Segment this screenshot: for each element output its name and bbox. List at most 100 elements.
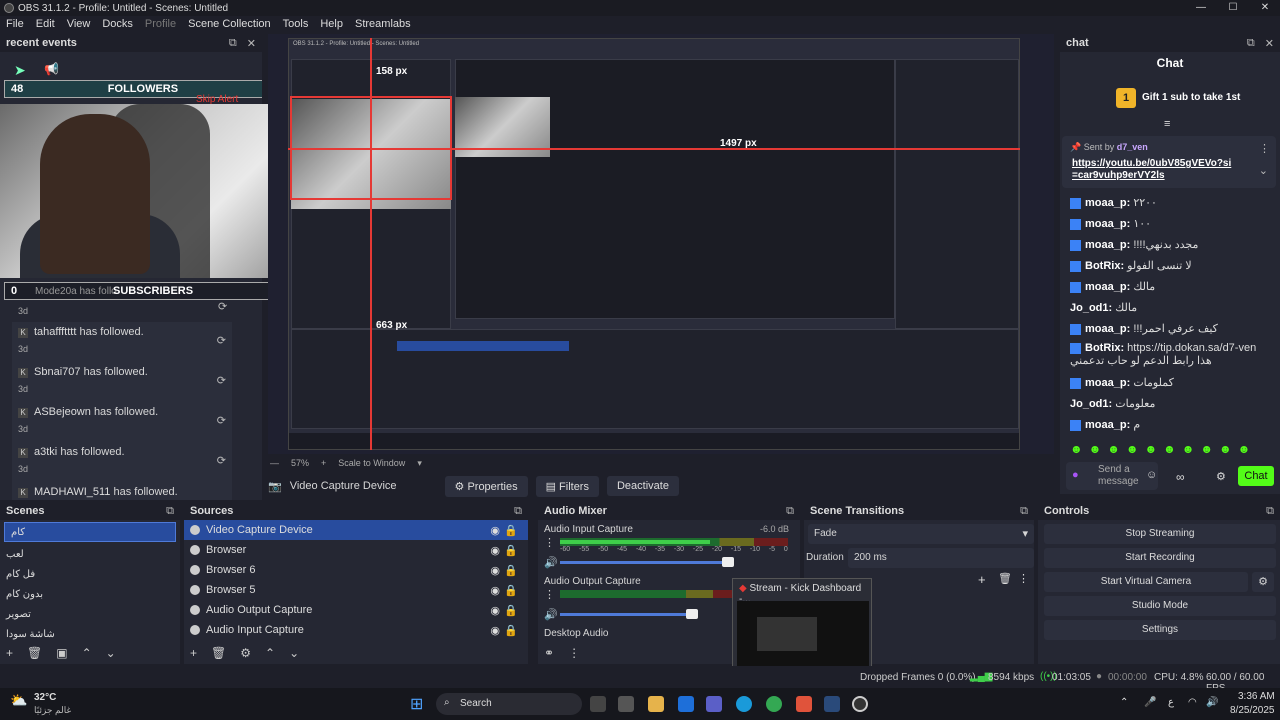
gear-icon[interactable]: ⚙ — [1216, 470, 1226, 483]
task-view-icon[interactable] — [590, 696, 606, 712]
kebab-icon[interactable]: ⋮ — [1018, 572, 1029, 585]
lock-icon[interactable]: 🔒 — [504, 544, 518, 557]
filter-icon[interactable]: ▣ — [56, 646, 67, 660]
properties-button[interactable]: ⚙ Properties — [444, 475, 528, 497]
pinned-link[interactable]: https://youtu.be/0ubV85gVEVo?si=car9vuhp… — [1072, 158, 1232, 182]
maximize-button[interactable]: ☐ — [1218, 0, 1248, 16]
trash-icon[interactable]: 🗑 — [998, 572, 1012, 585]
kebab-icon[interactable]: ⋮ — [544, 536, 555, 549]
menu-streamlabs[interactable]: Streamlabs — [349, 18, 417, 30]
zoom-in-icon[interactable]: + — [321, 458, 326, 469]
scene-item[interactable]: شاشة سودا — [0, 624, 180, 644]
kebab-icon[interactable]: ⋮ — [568, 646, 580, 660]
float-icon[interactable]: ⧉ — [1266, 505, 1274, 518]
volume-slider[interactable] — [560, 561, 734, 564]
close-dock-icon[interactable]: ✕ — [1265, 37, 1274, 50]
volume-slider[interactable] — [560, 613, 694, 616]
source-item[interactable]: Browser 6 ◉ 🔒 — [184, 560, 528, 580]
scene-item[interactable]: كام — [4, 522, 176, 542]
file-explorer-icon[interactable] — [648, 696, 664, 712]
menu-edit[interactable]: Edit — [30, 18, 61, 30]
zoom-out-icon[interactable]: — — [270, 458, 279, 469]
kebab-icon[interactable]: ⋮ — [544, 588, 555, 601]
link-icon[interactable]: ⚭ — [544, 646, 554, 660]
menu-tools[interactable]: Tools — [277, 18, 315, 30]
studio-mode-button[interactable]: Studio Mode — [1044, 596, 1276, 616]
brave-icon[interactable] — [796, 696, 812, 712]
lock-icon[interactable]: 🔒 — [504, 624, 518, 637]
teams-icon[interactable] — [706, 696, 722, 712]
language-indicator[interactable]: ع — [1168, 697, 1174, 708]
taskbar-preview-popup[interactable]: ◆ Stream - Kick Dashboard -... — [732, 578, 872, 674]
lock-icon[interactable]: 🔒 — [504, 604, 518, 617]
source-item[interactable]: Browser 5 ◉ 🔒 — [184, 580, 528, 600]
minimize-button[interactable]: — — [1186, 0, 1216, 16]
menu-help[interactable]: Help — [314, 18, 349, 30]
wifi-icon[interactable]: ◠ — [1188, 697, 1197, 708]
chat-input[interactable]: ● Send a message ☺ — [1066, 462, 1158, 490]
gear-icon[interactable]: ⚙ — [240, 646, 251, 660]
chevron-up-icon[interactable]: ⌃ — [1120, 697, 1128, 708]
outlook-icon[interactable] — [678, 696, 694, 712]
add-icon[interactable]: + — [6, 646, 13, 660]
transition-select[interactable]: Fade ▾ — [808, 524, 1034, 544]
menu-file[interactable]: File — [0, 18, 30, 30]
lock-icon[interactable]: 🔒 — [504, 564, 518, 577]
speaker-icon[interactable]: 🔊 — [544, 556, 558, 569]
trash-icon[interactable]: 🗑 — [27, 646, 42, 660]
chevron-down-icon[interactable]: ⌄ — [1259, 164, 1268, 177]
speaker-icon[interactable]: 🔊 — [544, 608, 558, 621]
obs-icon[interactable] — [852, 696, 868, 712]
eye-icon[interactable]: ◉ — [490, 544, 500, 557]
source-item[interactable]: Audio Input Capture ◉ 🔒 — [184, 620, 528, 640]
scene-item[interactable]: لعب — [0, 544, 180, 564]
add-icon[interactable]: + — [190, 646, 197, 660]
filters-button[interactable]: ▤ Filters — [535, 475, 599, 497]
weather-icon[interactable]: ⛅ — [10, 692, 27, 709]
float-icon[interactable]: ⧉ — [229, 37, 237, 50]
source-item[interactable]: Video Capture Device ◉ 🔒 — [184, 520, 528, 540]
start-recording-button[interactable]: Start Recording — [1044, 548, 1276, 568]
float-icon[interactable]: ⧉ — [1247, 37, 1255, 50]
menu-view[interactable]: View — [61, 18, 97, 30]
close-button[interactable]: ✕ — [1250, 0, 1280, 16]
paper-plane-icon[interactable]: ➤ — [14, 62, 26, 79]
clock-time[interactable]: 3:36 AM — [1238, 691, 1275, 702]
float-icon[interactable]: ⧉ — [786, 505, 794, 518]
scene-item[interactable]: فل كام — [0, 564, 180, 584]
clock-date[interactable]: 8/25/2025 — [1230, 705, 1275, 716]
scene-item[interactable]: تصوير — [0, 604, 180, 624]
lock-icon[interactable]: 🔒 — [504, 584, 518, 597]
source-bounding-box[interactable] — [290, 96, 452, 200]
megaphone-icon[interactable]: 📢 — [44, 62, 59, 76]
replay-icon[interactable]: ⟳ — [217, 454, 226, 467]
menu-docks[interactable]: Docks — [96, 18, 139, 30]
replay-icon[interactable]: ⟳ — [217, 374, 226, 387]
chevron-down-icon[interactable]: ▾ — [417, 458, 422, 469]
menu-scene-collection[interactable]: Scene Collection — [182, 18, 277, 30]
link-icon[interactable]: ∞ — [1176, 470, 1185, 484]
scene-item[interactable]: بدون كام — [0, 584, 180, 604]
calculator-icon[interactable] — [618, 696, 634, 712]
menu-profile[interactable]: Profile — [139, 18, 182, 30]
app-icon[interactable] — [824, 696, 840, 712]
chat-send-button[interactable]: Chat — [1238, 466, 1274, 486]
start-virtual-camera-button[interactable]: Start Virtual Camera — [1044, 572, 1248, 592]
zoom-mode[interactable]: Scale to Window — [338, 458, 405, 469]
deactivate-button[interactable]: Deactivate — [606, 476, 679, 496]
float-icon[interactable]: ⧉ — [1020, 505, 1028, 518]
emoji-icon[interactable]: ☺ — [1146, 469, 1157, 481]
chrome-icon[interactable] — [766, 696, 782, 712]
add-icon[interactable]: + — [978, 572, 986, 587]
lock-icon[interactable]: 🔒 — [504, 524, 518, 537]
microphone-icon[interactable]: 🎤 — [1144, 697, 1156, 708]
emote-row[interactable]: ☻☻☻☻☻☻☻☻☻☻ — [1070, 442, 1256, 456]
chevron-down-icon[interactable]: ⌄ — [106, 646, 116, 660]
collapse-icon[interactable]: ≡ — [1164, 118, 1170, 130]
source-item[interactable]: Audio Output Capture ◉ 🔒 — [184, 600, 528, 620]
windows-start-icon[interactable]: ⊞ — [410, 694, 423, 714]
microphone-icon[interactable]: ● — [1072, 469, 1079, 481]
chevron-up-icon[interactable]: ⌃ — [82, 646, 92, 660]
taskbar-search[interactable]: ⌕ Search — [436, 693, 582, 715]
settings-button[interactable]: Settings — [1044, 620, 1276, 640]
